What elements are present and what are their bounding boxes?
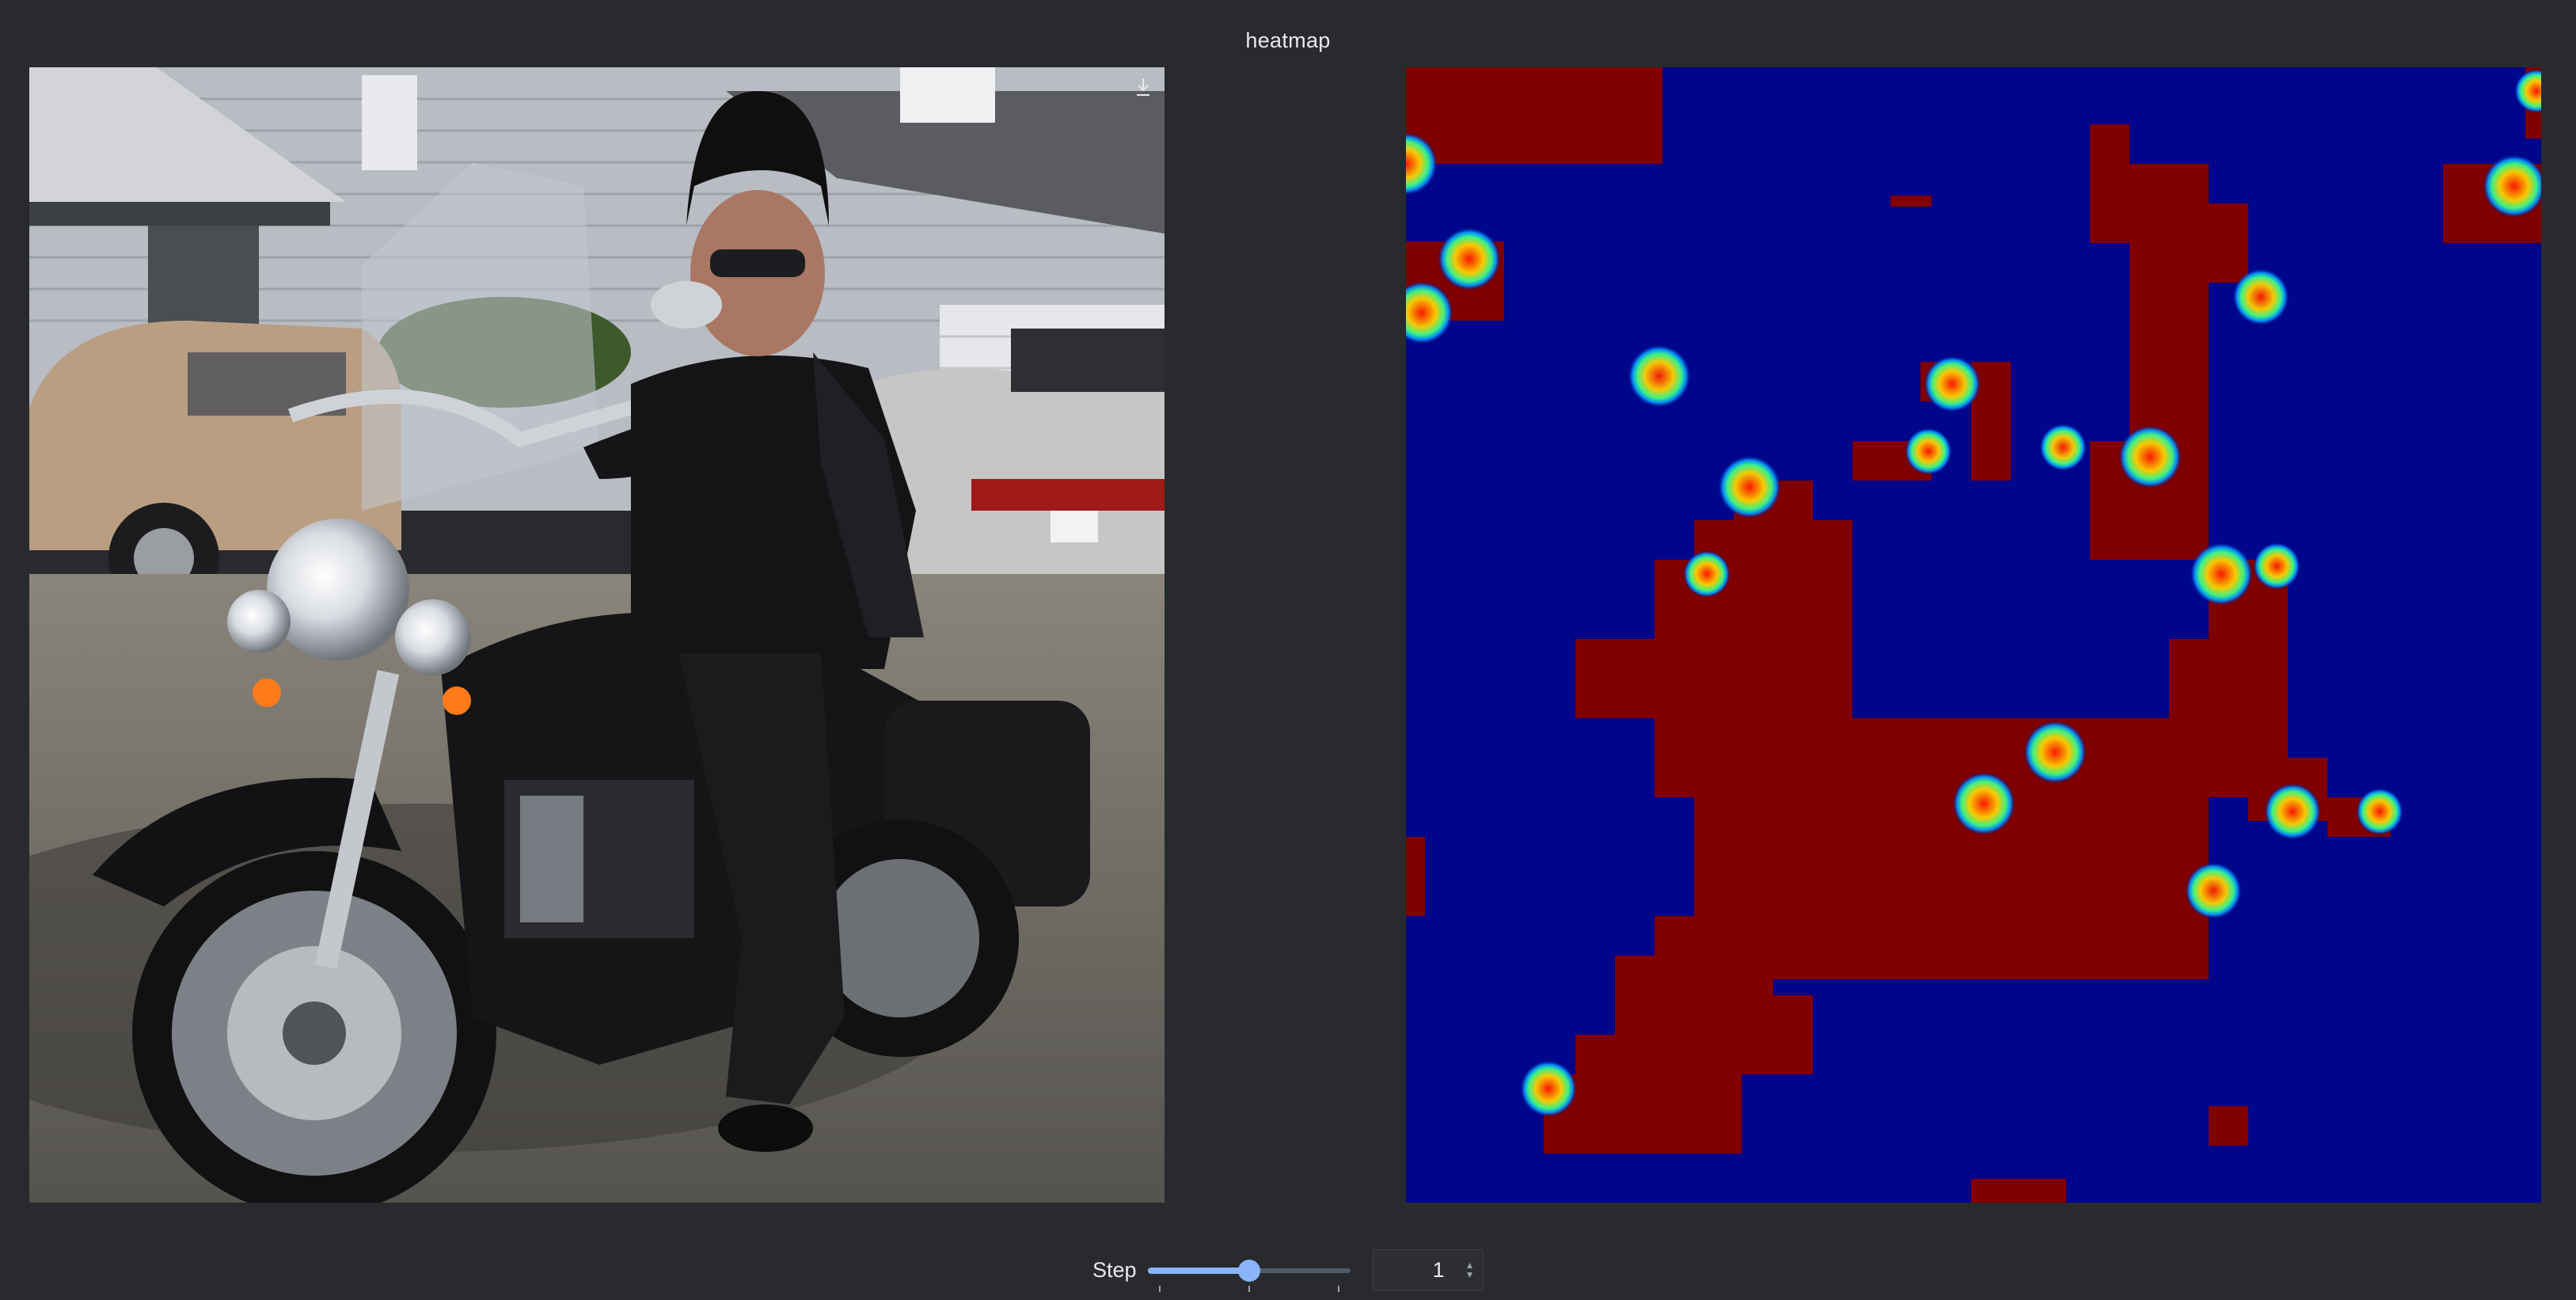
spinner-down-icon[interactable]: ▼ [1465, 1270, 1475, 1279]
slider-fill [1147, 1268, 1249, 1274]
app-window: heatmap Step 1 ▲ ▼ [0, 0, 2576, 1300]
download-icon [1137, 78, 1149, 96]
heatmap-panel [1406, 67, 2541, 1203]
step-label: Step [1092, 1257, 1137, 1282]
spinner-icon[interactable]: ▲ ▼ [1465, 1260, 1475, 1279]
download-button[interactable] [1131, 75, 1155, 99]
heatmap-image [1406, 67, 2541, 1203]
page-title: heatmap [1245, 29, 1331, 52]
slider-tick [1158, 1286, 1161, 1292]
step-controls: Step 1 ▲ ▼ [1092, 1249, 1484, 1292]
slider-tick [1337, 1286, 1339, 1292]
step-number-input[interactable]: 1 ▲ ▼ [1372, 1249, 1484, 1290]
slider-tick [1248, 1286, 1250, 1292]
source-image-panel [29, 67, 1165, 1203]
step-value: 1 [1432, 1257, 1445, 1282]
source-photo [29, 67, 1165, 1203]
slider-thumb[interactable] [1237, 1260, 1260, 1282]
step-slider[interactable] [1147, 1256, 1351, 1292]
